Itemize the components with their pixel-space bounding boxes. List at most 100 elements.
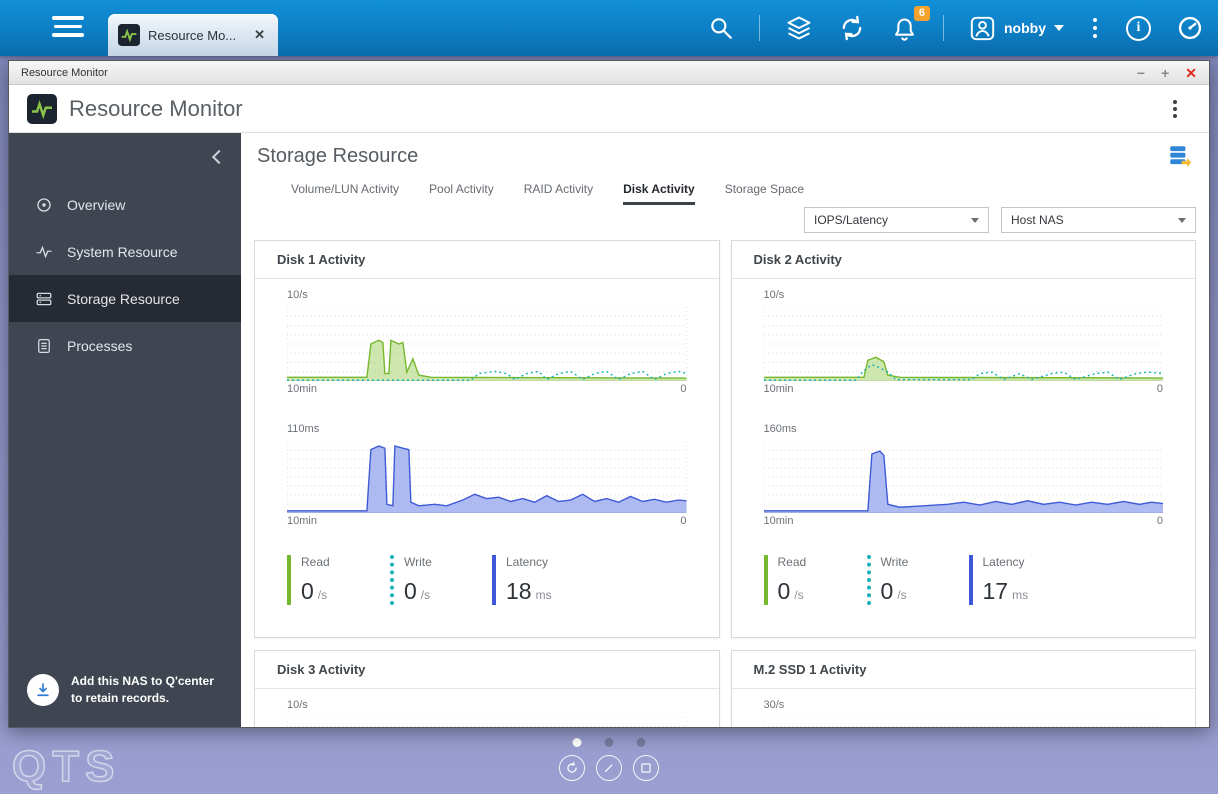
card-title: Disk 2 Activity: [731, 241, 1195, 279]
info-button[interactable]: i: [1126, 15, 1151, 41]
y-axis-label: 160ms: [763, 423, 797, 435]
x-axis-start-label: 10min: [287, 383, 317, 395]
notification-badge: 6: [913, 5, 930, 21]
card-title: Disk 3 Activity: [255, 651, 719, 689]
sidebar-item-system-resource[interactable]: System Resource: [9, 228, 241, 275]
dashboard-button[interactable]: [1176, 14, 1204, 42]
latency-chart: [287, 441, 687, 513]
sync-button[interactable]: [838, 14, 866, 42]
stat-latency: Latency 18 ms: [492, 555, 552, 605]
stat-write: Write 0/s: [390, 555, 492, 605]
scope-select-value: Host NAS: [1011, 213, 1064, 227]
search-icon: [711, 18, 732, 39]
window-titlebar-title: Resource Monitor: [21, 66, 108, 79]
background-tasks-button[interactable]: [785, 14, 813, 42]
frame-icon: [641, 763, 651, 773]
page-dot-1[interactable]: [572, 738, 582, 747]
close-window-button[interactable]: ✕: [1185, 66, 1197, 80]
filter-bar: IOPS/Latency Host NAS: [804, 207, 1196, 233]
stat-read: Read 0/s: [287, 555, 390, 605]
stats-row: Read 0/s Write 0/s: [763, 555, 1196, 605]
tray-divider: [759, 15, 760, 41]
dock-button-2[interactable]: [596, 755, 622, 781]
hamburger-icon: [52, 16, 84, 20]
x-axis-start-label: 10min: [763, 515, 794, 527]
sidebar-item-label: Overview: [67, 196, 126, 213]
search-button[interactable]: [708, 15, 734, 41]
sidebar-collapse-button[interactable]: [209, 149, 225, 165]
more-options-button[interactable]: [1089, 18, 1101, 38]
tab-disk-activity[interactable]: Disk Activity: [623, 182, 695, 205]
card-title: Disk 1 Activity: [255, 241, 719, 279]
stat-write: Write 0/s: [866, 555, 969, 605]
minimize-button[interactable]: −: [1137, 66, 1145, 80]
tray-divider: [943, 15, 944, 41]
desktop-dock: [559, 755, 659, 781]
layers-icon: [787, 16, 811, 40]
tab-label: Resource Mo...: [148, 27, 237, 43]
metric-select-value: IOPS/Latency: [814, 213, 889, 227]
scope-select[interactable]: Host NAS: [1001, 207, 1196, 233]
qcenter-banner[interactable]: Add this NAS to Q'center to retain recor…: [27, 673, 231, 707]
stats-row: Read 0/s Write 0/s: [287, 555, 719, 605]
dock-button-1[interactable]: [559, 755, 585, 781]
taskbar: Resource Mo... ✕ 6 nobby i: [0, 0, 1218, 56]
processes-icon: [38, 338, 50, 353]
main-menu-button[interactable]: [52, 16, 84, 40]
iops-chart: [763, 307, 1163, 381]
tab-storage-space[interactable]: Storage Space: [725, 182, 804, 205]
iops-chart: [287, 717, 687, 727]
x-axis-end-label: 0: [680, 383, 687, 395]
chevron-down-icon: [1178, 217, 1186, 223]
tab-pool-activity[interactable]: Pool Activity: [429, 182, 494, 205]
export-records-icon: [1170, 146, 1192, 167]
user-name: nobby: [1004, 20, 1046, 36]
storage-icon: [36, 292, 52, 305]
export-records-button[interactable]: [1167, 143, 1193, 174]
sidebar: Overview System Resource Storage Resourc…: [9, 133, 241, 727]
metric-select[interactable]: IOPS/Latency: [804, 207, 989, 233]
gauge-icon: [1178, 16, 1202, 40]
resource-monitor-window: Resource Monitor − + ✕ Resource Monitor: [8, 60, 1210, 728]
resource-monitor-app-icon: [27, 93, 57, 124]
sync-icon: [842, 15, 862, 41]
sidebar-item-storage-resource[interactable]: Storage Resource: [9, 275, 241, 322]
sidebar-item-label: Storage Resource: [67, 290, 180, 307]
chevron-down-icon: [971, 217, 979, 223]
info-icon: i: [1126, 15, 1151, 41]
page-dot-3[interactable]: [636, 738, 646, 747]
sidebar-item-processes[interactable]: Processes: [9, 322, 241, 369]
user-menu[interactable]: nobby: [969, 15, 1064, 42]
window-titlebar[interactable]: Resource Monitor − + ✕: [9, 61, 1209, 85]
dock-button-3[interactable]: [633, 755, 659, 781]
notifications-button[interactable]: 6: [891, 5, 930, 42]
y-axis-label: 30/s: [763, 699, 785, 711]
y-axis-label: 110ms: [287, 423, 320, 435]
tab-volume-lun-activity[interactable]: Volume/LUN Activity: [291, 182, 399, 205]
latency-chart: [763, 441, 1163, 513]
page-dot-2[interactable]: [604, 738, 614, 747]
stat-latency: Latency 17 ms: [968, 555, 1028, 605]
qts-logo: QTS: [11, 741, 121, 792]
app-header: Resource Monitor: [9, 85, 1209, 133]
sidebar-item-overview[interactable]: Overview: [9, 181, 241, 228]
window-body: Overview System Resource Storage Resourc…: [9, 133, 1209, 727]
m2-ssd-1-activity-card: M.2 SSD 1 Activity 30/s: [730, 650, 1196, 727]
taskbar-tab-resource-monitor[interactable]: Resource Mo... ✕: [108, 14, 278, 56]
tab-raid-activity[interactable]: RAID Activity: [524, 182, 593, 205]
y-axis-label: 10/s: [287, 289, 308, 301]
system-tray: 6 nobby i: [708, 0, 1204, 56]
maximize-button[interactable]: +: [1161, 66, 1169, 80]
tab-bar: Volume/LUN Activity Pool Activity RAID A…: [291, 182, 1209, 205]
disk-3-activity-card: Disk 3 Activity 10/s: [254, 650, 720, 727]
x-axis-end-label: 0: [680, 515, 687, 527]
close-tab-icon[interactable]: ✕: [251, 25, 268, 45]
x-axis-end-label: 0: [1156, 383, 1163, 395]
disk-1-activity-card: Disk 1 Activity 10/s 10min 0 110ms 10min…: [254, 240, 720, 638]
resource-monitor-app-icon: [118, 24, 140, 46]
card-title: M.2 SSD 1 Activity: [731, 651, 1195, 689]
iops-chart: [287, 307, 687, 381]
app-menu-button[interactable]: [1169, 96, 1181, 122]
x-axis-start-label: 10min: [763, 383, 794, 395]
chevron-down-icon: [1054, 25, 1064, 31]
